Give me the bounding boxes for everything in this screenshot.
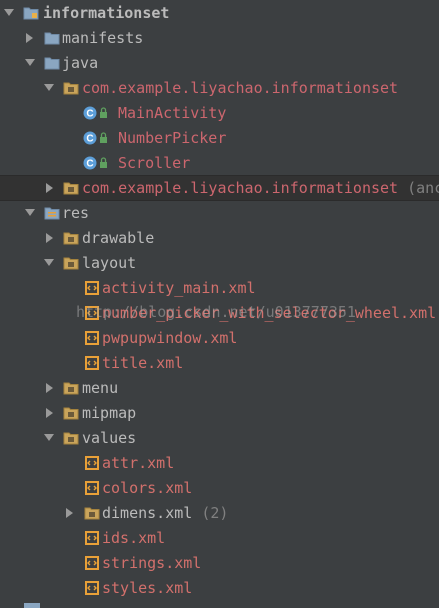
module-folder-icon xyxy=(23,7,39,20)
mipmap-label: mipmap xyxy=(82,404,137,422)
xml-file-icon xyxy=(85,306,99,320)
class-icon: C xyxy=(83,106,107,120)
layout-label: layout xyxy=(82,254,137,272)
folder-icon xyxy=(63,382,79,395)
expand-arrow-icon[interactable] xyxy=(25,59,35,66)
tree-row-title-xml[interactable]: title.xml xyxy=(0,351,439,376)
tree-row-package-test[interactable]: com.example.liyachao.informationset (anc xyxy=(0,175,439,201)
tree-row-values[interactable]: values xyxy=(0,426,439,451)
tree-row-main-activity[interactable]: C MainActivity xyxy=(0,101,439,126)
tree-row-number-picker-xml[interactable]: number_picker_with_selector_wheel.xml xyxy=(0,301,439,326)
res-label: res xyxy=(62,204,90,222)
resources-folder-icon xyxy=(44,207,60,220)
class-icon: C xyxy=(83,156,107,170)
xml-file-icon xyxy=(85,331,99,345)
root-module-label: informationset xyxy=(43,4,170,22)
tree-row-java[interactable]: java xyxy=(0,51,439,76)
dimens-count-badge: (2) xyxy=(201,504,229,522)
expand-arrow-icon[interactable] xyxy=(46,383,53,393)
package-test-name: com.example.liyachao.informationset xyxy=(82,179,399,197)
project-tree: informationset manifests java com.exampl… xyxy=(0,0,439,608)
tree-row-res[interactable]: res xyxy=(0,201,439,226)
tree-row-attr-xml[interactable]: attr.xml xyxy=(0,451,439,476)
svg-text:C: C xyxy=(86,159,93,170)
folder-icon xyxy=(44,32,60,45)
package-main-label: com.example.liyachao.informationset xyxy=(82,79,399,97)
class-icon: C xyxy=(83,131,107,145)
java-label: java xyxy=(62,54,99,72)
xml-file-icon xyxy=(85,581,99,595)
folder-icon xyxy=(63,257,79,270)
folder-icon xyxy=(84,507,100,520)
tree-row-dimens-xml[interactable]: dimens.xml (2) xyxy=(0,501,439,526)
menu-label: menu xyxy=(82,379,119,397)
tree-row-ids-xml[interactable]: ids.xml xyxy=(0,526,439,551)
folder-icon xyxy=(63,407,79,420)
tree-row-menu[interactable]: menu xyxy=(0,376,439,401)
tree-row-strings-xml[interactable]: strings.xml xyxy=(0,551,439,576)
svg-text:C: C xyxy=(86,134,93,145)
tree-row-manifests[interactable]: manifests xyxy=(0,26,439,51)
package-icon xyxy=(63,182,79,195)
tree-row-activity-main-xml[interactable]: activity_main.xml xyxy=(0,276,439,301)
xml-file-icon xyxy=(85,531,99,545)
colors-xml-label: colors.xml xyxy=(102,479,193,497)
activity-main-xml-label: activity_main.xml xyxy=(102,279,256,297)
xml-file-icon xyxy=(85,356,99,370)
tree-row-scroller[interactable]: C Scroller xyxy=(0,151,439,176)
dimens-xml-label: dimens.xml (2) xyxy=(102,503,228,523)
tree-row-mipmap[interactable]: mipmap xyxy=(0,401,439,426)
xml-file-icon xyxy=(85,456,99,470)
tree-row-layout[interactable]: layout xyxy=(0,251,439,276)
folder-icon xyxy=(63,432,79,445)
values-label: values xyxy=(82,429,137,447)
dimens-xml-name: dimens.xml xyxy=(102,504,193,522)
class-main-activity-label: MainActivity xyxy=(118,104,227,122)
class-number-picker-label: NumberPicker xyxy=(118,129,227,147)
expand-arrow-icon[interactable] xyxy=(46,233,53,243)
number-picker-xml-label: number_picker_with_selector_wheel.xml xyxy=(102,304,437,322)
package-test-label: com.example.liyachao.informationset (anc xyxy=(82,178,439,198)
expand-arrow-icon[interactable] xyxy=(44,259,54,266)
strings-xml-label: strings.xml xyxy=(102,554,202,572)
expand-arrow-icon[interactable] xyxy=(46,408,53,418)
folder-icon xyxy=(63,232,79,245)
source-folder-icon xyxy=(44,57,60,70)
expand-arrow-icon[interactable] xyxy=(66,508,73,518)
tree-row-colors-xml[interactable]: colors.xml xyxy=(0,476,439,501)
tree-row-styles-xml[interactable]: styles.xml xyxy=(0,576,439,601)
xml-file-icon xyxy=(85,281,99,295)
expand-arrow-icon[interactable] xyxy=(26,33,33,43)
xml-file-icon xyxy=(85,556,99,570)
pwpupwindow-xml-label: pwpupwindow.xml xyxy=(102,329,238,347)
package-icon xyxy=(63,82,79,95)
expand-arrow-icon[interactable] xyxy=(46,183,53,193)
ids-xml-label: ids.xml xyxy=(102,529,166,547)
tree-row-number-picker[interactable]: C NumberPicker xyxy=(0,126,439,151)
tree-row-partial xyxy=(0,601,439,608)
title-xml-label: title.xml xyxy=(102,354,184,372)
package-test-suffix: (anc xyxy=(407,179,439,197)
tree-row-root[interactable]: informationset xyxy=(0,1,439,26)
expand-arrow-icon[interactable] xyxy=(4,9,14,16)
class-scroller-label: Scroller xyxy=(118,154,191,172)
expand-arrow-icon[interactable] xyxy=(25,209,35,216)
folder-icon xyxy=(24,603,40,608)
tree-row-drawable[interactable]: drawable xyxy=(0,226,439,251)
xml-file-icon xyxy=(85,481,99,495)
expand-arrow-icon[interactable] xyxy=(44,84,54,91)
svg-text:C: C xyxy=(86,109,93,120)
tree-row-package-main[interactable]: com.example.liyachao.informationset xyxy=(0,76,439,101)
attr-xml-label: attr.xml xyxy=(102,454,175,472)
tree-row-pwpupwindow-xml[interactable]: pwpupwindow.xml xyxy=(0,326,439,351)
styles-xml-label: styles.xml xyxy=(102,579,193,597)
expand-arrow-icon[interactable] xyxy=(44,434,54,441)
manifests-label: manifests xyxy=(62,29,144,47)
drawable-label: drawable xyxy=(82,229,155,247)
